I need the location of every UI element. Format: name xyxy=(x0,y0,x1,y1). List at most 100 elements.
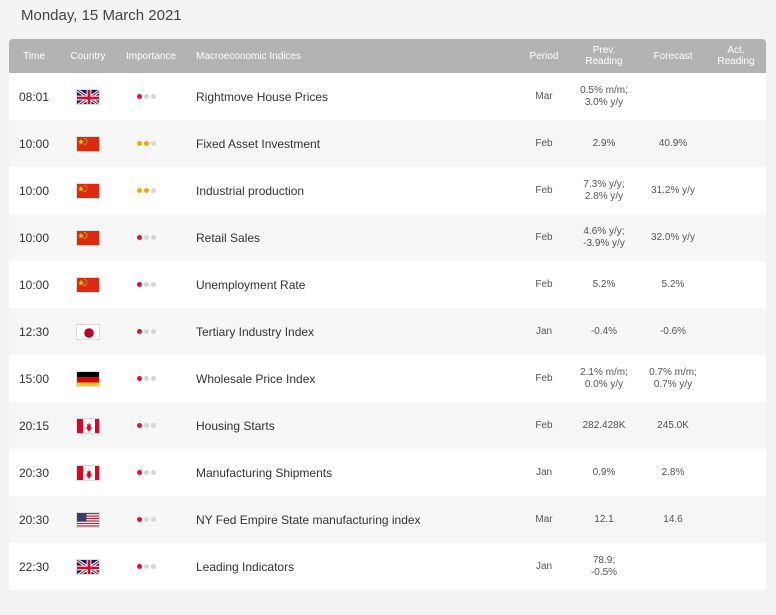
row-country xyxy=(73,449,103,496)
importance-dot xyxy=(137,564,142,569)
importance-dot xyxy=(137,94,142,99)
importance-dot xyxy=(151,470,156,475)
importance-dot xyxy=(144,423,149,428)
importance-dot xyxy=(137,141,142,146)
row-actual-reading xyxy=(707,167,765,214)
table-row: 20:30 NY Fed Empire State manufacturing … xyxy=(9,496,766,543)
row-time: 20:30 xyxy=(19,465,50,480)
row-time: 10:00 xyxy=(19,230,50,245)
row-prev-line2: -3.9% y/y xyxy=(583,237,625,249)
china-flag-icon xyxy=(76,229,100,246)
importance-dots xyxy=(137,470,156,475)
row-forecast-line1: 2.8% xyxy=(661,466,685,478)
importance-dot xyxy=(144,564,149,569)
row-prev-reading: 282.428K xyxy=(569,402,639,449)
column-prev-reading: Prev. Reading xyxy=(569,39,639,73)
row-prev-line2: 0.0% y/y xyxy=(584,378,624,390)
row-period: Feb xyxy=(535,185,553,196)
importance-dot xyxy=(137,188,142,193)
importance-dots xyxy=(137,423,156,428)
importance-dots xyxy=(137,517,156,522)
row-actual-reading xyxy=(707,214,765,261)
uk-flag-icon xyxy=(76,88,100,105)
row-prev-line1: 12.1 xyxy=(594,513,614,525)
row-forecast xyxy=(639,543,707,590)
row-time: 20:30 xyxy=(19,512,50,527)
row-prev-line2: 2.8% y/y xyxy=(584,190,624,202)
row-prev-line1: 2.1% m/m; xyxy=(580,366,628,378)
row-time: 12:30 xyxy=(19,324,50,339)
row-indicator-name: Retail Sales xyxy=(196,230,261,245)
importance-dots xyxy=(137,188,156,193)
row-time: 10:00 xyxy=(19,183,50,198)
importance-dot xyxy=(137,470,142,475)
importance-dot xyxy=(151,94,156,99)
row-importance xyxy=(137,496,177,543)
row-importance xyxy=(137,355,177,402)
table-body: 08:01 Rightmove House Prices Mar 0.5% m/… xyxy=(9,73,766,590)
row-indicator-name: Leading Indicators xyxy=(196,559,295,574)
row-actual-reading xyxy=(707,120,765,167)
row-prev-reading: 2.9% xyxy=(569,120,639,167)
row-prev-line1: 5.2% xyxy=(592,278,616,290)
table-header: Time Country Importance Macroeconomic In… xyxy=(9,39,766,73)
importance-dot xyxy=(151,282,156,287)
row-period: Feb xyxy=(535,373,553,384)
row-forecast: 5.2% xyxy=(639,261,707,308)
row-actual-reading xyxy=(707,496,765,543)
row-forecast-line1: 14.6 xyxy=(663,513,683,525)
importance-dot xyxy=(144,329,149,334)
row-prev-line1: 0.5% m/m; xyxy=(580,84,628,96)
row-period: Feb xyxy=(535,420,553,431)
row-country xyxy=(73,543,103,590)
row-indicator-name: Industrial production xyxy=(196,183,305,198)
table-row: 08:01 Rightmove House Prices Mar 0.5% m/… xyxy=(9,73,766,120)
row-actual-reading xyxy=(707,73,765,120)
row-actual-reading xyxy=(707,543,765,590)
row-country xyxy=(73,496,103,543)
row-time: 20:15 xyxy=(19,418,50,433)
importance-dot xyxy=(144,282,149,287)
column-act-line1: Act. xyxy=(727,45,745,56)
row-forecast: 31.2% y/y xyxy=(639,167,707,214)
row-country xyxy=(73,214,103,261)
column-act-reading: Act. Reading xyxy=(707,39,765,73)
column-indices: Macroeconomic Indices xyxy=(196,50,302,62)
row-period: Feb xyxy=(535,232,553,243)
column-forecast: Forecast xyxy=(653,50,693,62)
importance-dot xyxy=(151,564,156,569)
importance-dot xyxy=(137,517,142,522)
row-country xyxy=(73,167,103,214)
importance-dot xyxy=(137,423,142,428)
row-importance xyxy=(137,308,177,355)
row-indicator-name: Fixed Asset Investment xyxy=(196,136,321,151)
row-country xyxy=(73,402,103,449)
row-forecast: 40.9% xyxy=(639,120,707,167)
row-indicator-name: Manufacturing Shipments xyxy=(196,465,333,480)
row-period: Mar xyxy=(535,514,553,525)
row-period: Jan xyxy=(535,326,553,337)
importance-dot xyxy=(151,329,156,334)
table-row: 20:15 Housing Starts Feb 282.428K 245.0K xyxy=(9,402,766,449)
row-prev-reading: 0.9% xyxy=(569,449,639,496)
row-time: 15:00 xyxy=(19,371,50,386)
table-row: 20:30 Manufacturing Shipments Jan 0.9% 2… xyxy=(9,449,766,496)
row-prev-reading: 78.9; -0.5% xyxy=(569,543,639,590)
china-flag-icon xyxy=(76,135,100,152)
row-forecast-line1: 0.7% m/m; xyxy=(649,366,697,378)
row-period: Feb xyxy=(535,138,553,149)
row-prev-line1: -0.4% xyxy=(590,325,618,337)
row-time: 08:01 xyxy=(19,89,50,104)
row-prev-reading: 12.1 xyxy=(569,496,639,543)
importance-dot xyxy=(137,329,142,334)
importance-dots xyxy=(137,94,156,99)
row-prev-line1: 7.3% y/y; xyxy=(583,178,625,190)
row-importance xyxy=(137,214,177,261)
row-forecast-line1: 245.0K xyxy=(657,419,689,431)
importance-dot xyxy=(151,423,156,428)
importance-dot xyxy=(151,141,156,146)
row-actual-reading xyxy=(707,449,765,496)
row-country xyxy=(73,261,103,308)
row-prev-line1: 78.9; xyxy=(592,554,616,566)
row-prev-reading: 2.1% m/m; 0.0% y/y xyxy=(569,355,639,402)
